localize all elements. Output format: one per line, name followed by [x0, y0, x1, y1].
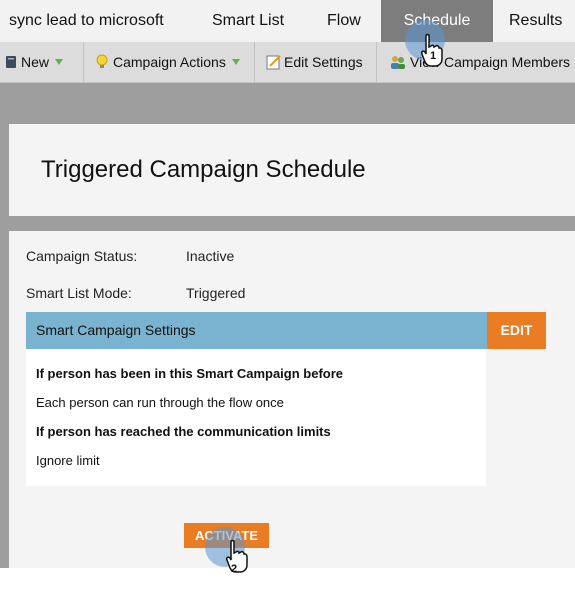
campaign-members-icon — [391, 56, 405, 69]
step-marker-1: 1 — [430, 50, 437, 62]
lightbulb-icon — [96, 54, 108, 68]
smart-campaign-settings-header: Smart Campaign Settings — [26, 312, 487, 349]
smart-list-mode-value: Triggered — [186, 285, 246, 301]
tab-smart-list[interactable]: Smart List — [212, 0, 284, 42]
chevron-down-icon — [55, 59, 64, 65]
toolbar: New Campaign Actions Edit Settings View … — [0, 42, 575, 83]
setting-value-rerun: Each person can run through the flow onc… — [36, 395, 284, 410]
step-marker-2: 2 — [231, 563, 238, 575]
tab-campaign-name[interactable]: sync lead to microsoft — [9, 0, 164, 42]
campaign-actions-label: Campaign Actions — [113, 54, 226, 70]
page-title: Triggered Campaign Schedule — [41, 156, 366, 183]
setting-heading-rerun: If person has been in this Smart Campaig… — [36, 366, 344, 381]
new-button[interactable]: New — [5, 42, 64, 82]
edit-settings-button[interactable]: Edit Settings — [266, 42, 363, 82]
edit-settings-icon — [266, 55, 281, 70]
campaign-status-label: Campaign Status: — [26, 248, 138, 264]
setting-heading-comm-limits: If person has reached the communication … — [36, 424, 331, 439]
campaign-actions-button[interactable]: Campaign Actions — [95, 42, 240, 82]
chevron-down-icon — [231, 59, 240, 65]
new-button-label: New — [21, 54, 50, 70]
settings-header-label: Smart Campaign Settings — [36, 322, 196, 338]
edit-settings-label: Edit Settings — [284, 54, 363, 70]
tab-results[interactable]: Results — [509, 0, 562, 42]
new-document-icon — [6, 56, 16, 68]
schedule-title-panel: Triggered Campaign Schedule — [9, 124, 575, 216]
smart-list-mode-label: Smart List Mode: — [26, 285, 132, 301]
smart-campaign-settings-body: If person has been in this Smart Campaig… — [26, 349, 486, 486]
edit-button[interactable]: EDIT — [487, 312, 546, 349]
setting-value-comm-limits: Ignore limit — [36, 453, 100, 468]
campaign-status-value: Inactive — [186, 248, 235, 264]
tab-bar: sync lead to microsoft Smart List Flow S… — [0, 0, 575, 42]
tab-flow[interactable]: Flow — [327, 0, 361, 42]
